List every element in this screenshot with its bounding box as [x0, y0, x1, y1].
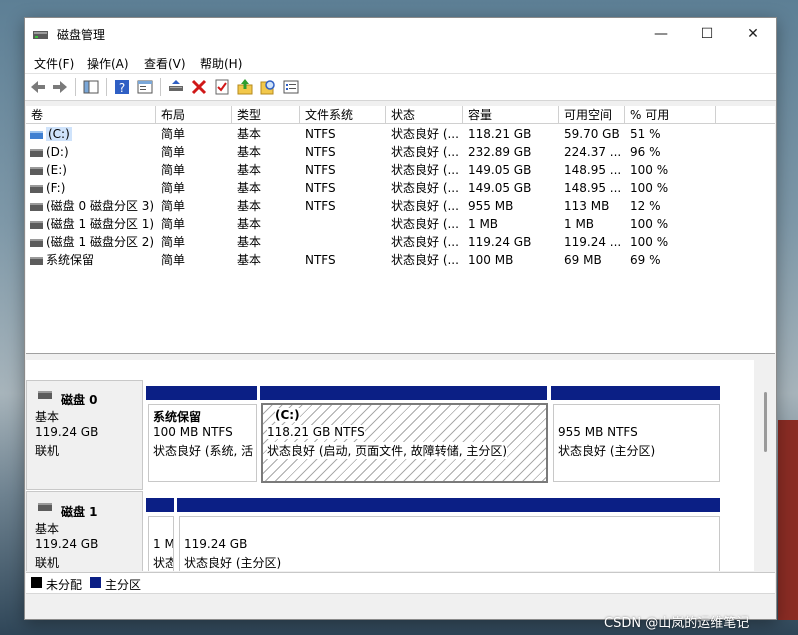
disk-graphical-view: 磁盘 0 基本 119.24 GB 联机 系统保留 100 MB NTFS 状态…: [26, 360, 775, 571]
partition-status: 状态良好 (启动, 页面文件, 故障转储, 主分区): [267, 442, 508, 459]
partition-header-bar: [146, 498, 174, 512]
column-header-layout[interactable]: 布局: [156, 106, 232, 124]
table-row[interactable]: [26, 233, 775, 251]
legend-swatch-unallocated: [31, 577, 42, 588]
disk-0-name: 磁盘 0: [61, 393, 98, 407]
table-row[interactable]: [26, 125, 775, 143]
column-header-capacity[interactable]: 容量: [463, 106, 559, 124]
disk-1-size: 119.24 GB: [35, 537, 99, 551]
close-icon: ✕: [747, 26, 759, 42]
menu-view[interactable]: 查看(V): [144, 55, 186, 72]
close-button[interactable]: ✕: [730, 18, 776, 51]
maximize-icon: ☐: [700, 26, 714, 42]
column-header-percent-free[interactable]: % 可用: [625, 106, 716, 124]
help-icon[interactable]: ?: [113, 78, 131, 96]
disk-1-partition-2[interactable]: 119.24 GB 状态良好 (主分区): [179, 516, 720, 571]
disk-management-app-icon: [33, 31, 48, 39]
partition-title: 系统保留: [153, 410, 202, 424]
details-icon[interactable]: [282, 78, 300, 96]
disk-1-label-panel[interactable]: 磁盘 1 基本 119.24 GB 联机: [26, 491, 143, 571]
disk-0-size: 119.24 GB: [35, 425, 99, 439]
legend-swatch-primary: [90, 577, 101, 588]
partition-size: 1 M: [153, 537, 174, 551]
column-header-type[interactable]: 类型: [232, 106, 300, 124]
column-header-status[interactable]: 状态: [386, 106, 463, 124]
partition-status: 状态良好 (主分区): [558, 444, 656, 458]
disk-1-partition-1[interactable]: 1 M 状态: [148, 516, 174, 571]
column-header-filler: [716, 106, 775, 124]
svg-text:?: ?: [119, 81, 125, 95]
legend-label-primary: 主分区: [105, 578, 142, 592]
title-bar[interactable]: 磁盘管理 — ☐ ✕: [25, 18, 776, 51]
partition-status: 状态良好 (系统, 活: [153, 444, 254, 458]
forward-arrow-icon[interactable]: [51, 78, 69, 96]
volume-list[interactable]: 卷 布局 类型 文件系统 状态 容量 可用空间 % 可用 (C:) 简单 基本 NTF…: [26, 106, 775, 354]
menu-action[interactable]: 操作(A): [87, 55, 129, 72]
pane-splitter[interactable]: [26, 354, 775, 359]
back-arrow-icon[interactable]: [29, 78, 47, 96]
minimize-icon: —: [654, 26, 668, 42]
connect-drive-icon[interactable]: [167, 78, 185, 96]
disk-0-partition-1[interactable]: 系统保留 100 MB NTFS 状态良好 (系统, 活: [148, 404, 257, 482]
partition-title: (C:): [275, 408, 300, 422]
table-row[interactable]: [26, 215, 775, 233]
legend-bar: 未分配 主分区: [26, 572, 775, 593]
disk-1-type: 基本: [35, 522, 60, 536]
minimize-button[interactable]: —: [638, 18, 684, 51]
folder-up-icon[interactable]: [236, 78, 254, 96]
menu-help[interactable]: 帮助(H): [200, 55, 242, 72]
disk-0-type: 基本: [35, 410, 60, 424]
table-row[interactable]: [26, 161, 775, 179]
disk-0-partition-3[interactable]: 955 MB NTFS 状态良好 (主分区): [553, 404, 720, 482]
column-header-free-space[interactable]: 可用空间: [559, 106, 625, 124]
partition-status: 状态良好 (主分区): [184, 556, 282, 570]
disk-icon: [38, 503, 52, 511]
disk-0-label-panel[interactable]: 磁盘 0 基本 119.24 GB 联机: [26, 380, 143, 490]
partition-size: 955 MB NTFS: [558, 425, 638, 439]
toolbar-separator: [160, 78, 161, 96]
toolbar-separator: [106, 78, 107, 96]
legend-label-unallocated: 未分配: [46, 578, 83, 592]
search-icon[interactable]: [259, 78, 277, 96]
disk-icon: [38, 391, 52, 399]
partition-header-bar: [551, 386, 720, 400]
window-title: 磁盘管理: [57, 28, 106, 42]
partition-header-bar: [146, 386, 257, 400]
delete-icon[interactable]: [190, 78, 208, 96]
properties-icon[interactable]: [136, 78, 154, 96]
menu-bar: 文件(F) 操作(A) 查看(V) 帮助(H): [25, 51, 776, 74]
disk-1-state: 联机: [35, 556, 60, 570]
maximize-button[interactable]: ☐: [684, 18, 730, 51]
disk-0-state: 联机: [35, 444, 60, 458]
partition-status: 状态: [153, 556, 173, 570]
table-row[interactable]: [26, 179, 775, 197]
disk-0-partition-c[interactable]: (C:) 118.21 GB NTFS 状态良好 (启动, 页面文件, 故障转储…: [261, 403, 548, 483]
partition-size: 119.24 GB: [184, 537, 248, 551]
table-row[interactable]: [26, 197, 775, 215]
partition-size: 100 MB NTFS: [153, 425, 233, 439]
checklist-icon[interactable]: [213, 78, 231, 96]
column-header-volume[interactable]: 卷: [26, 106, 156, 124]
partition-header-bar: [260, 386, 547, 400]
column-header-filesystem[interactable]: 文件系统: [300, 106, 386, 124]
menu-file[interactable]: 文件(F): [34, 55, 74, 72]
table-row[interactable]: [26, 251, 775, 269]
partition-size: 118.21 GB NTFS: [267, 425, 365, 439]
toolbar: ?: [25, 74, 776, 101]
watermark: CSDN @山岚的运维笔记: [604, 616, 750, 631]
table-row[interactable]: [26, 143, 775, 161]
console-tree-icon[interactable]: [82, 78, 100, 96]
toolbar-separator: [75, 78, 76, 96]
disk-management-window: 磁盘管理 — ☐ ✕ 文件(F) 操作(A) 查看(V) 帮助(H) ? 卷 布…: [24, 17, 777, 620]
disk-1-name: 磁盘 1: [61, 505, 98, 519]
partition-header-bar: [177, 498, 720, 512]
background-tower: [778, 420, 798, 620]
scrollbar-thumb[interactable]: [764, 392, 767, 452]
